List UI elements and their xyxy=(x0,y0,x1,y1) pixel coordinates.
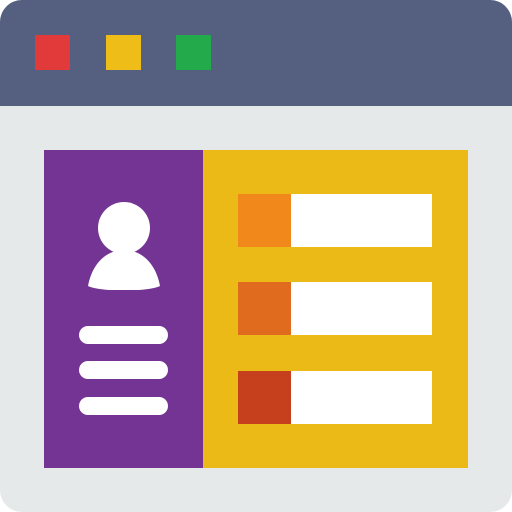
field-color-swatch xyxy=(238,371,291,424)
profile-card xyxy=(44,150,203,468)
text-field[interactable] xyxy=(291,371,432,424)
field-color-swatch xyxy=(238,282,291,335)
profile-text-line xyxy=(79,361,168,379)
minimize-window-button[interactable] xyxy=(106,35,141,70)
field-color-swatch xyxy=(238,194,291,247)
browser-window xyxy=(0,0,512,512)
profile-text-line xyxy=(79,326,168,344)
form-field-row xyxy=(238,194,432,247)
details-panel xyxy=(203,150,468,468)
text-field[interactable] xyxy=(291,282,432,335)
window-titlebar xyxy=(0,0,512,106)
close-window-button[interactable] xyxy=(35,35,70,70)
profile-text-line xyxy=(79,397,168,415)
maximize-window-button[interactable] xyxy=(176,35,211,70)
form-field-row xyxy=(238,371,432,424)
text-field[interactable] xyxy=(291,194,432,247)
form-field-row xyxy=(238,282,432,335)
user-avatar-icon xyxy=(88,202,160,290)
